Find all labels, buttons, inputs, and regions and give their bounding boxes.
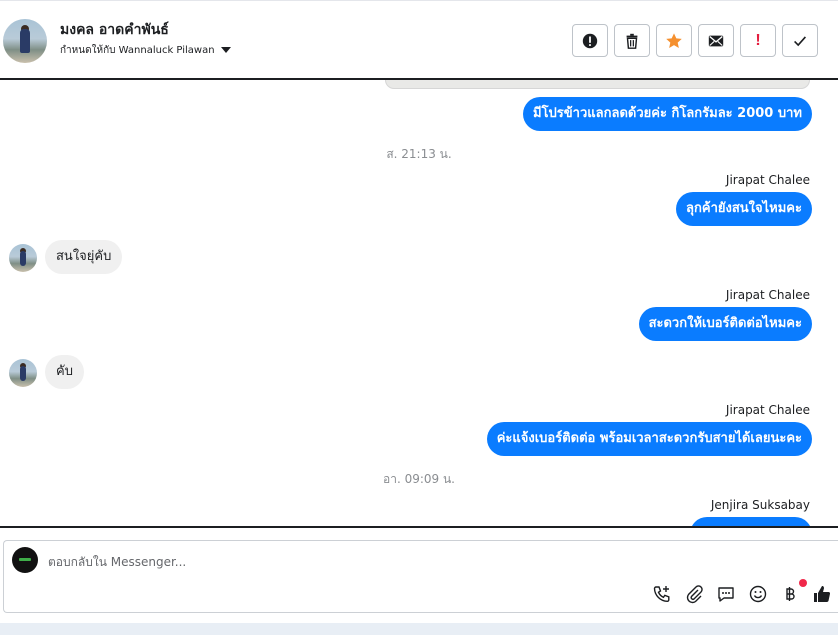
page-footer-strip: [0, 623, 838, 635]
phone-add-icon[interactable]: [652, 584, 672, 604]
reply-input[interactable]: ตอบกลับใน Messenger...: [48, 553, 186, 572]
message-outgoing[interactable]: สะดวกให้เบอร์ติดต่อไหมคะ: [638, 307, 812, 341]
alert-circle-icon: [582, 33, 598, 48]
star-button[interactable]: [656, 24, 692, 57]
exclamation-icon: !: [755, 31, 761, 49]
message-incoming[interactable]: คับ: [45, 355, 84, 389]
action-toolbar: !: [572, 24, 818, 57]
timestamp: อา. 09:09 น.: [383, 472, 455, 486]
sender-name: Jirapat Chalee: [725, 288, 810, 302]
message-incoming[interactable]: สนใจยุ่คับ: [45, 240, 123, 274]
composer-toolbar: [652, 584, 832, 604]
mark-done-button[interactable]: [782, 24, 818, 57]
message-thread[interactable]: มีโปรข้าวแลกลดด้วยค่ะ กิโลกรัมละ 2000 บา…: [0, 80, 838, 526]
contact-name[interactable]: มงคล อาดคำพันธ์: [60, 19, 169, 41]
timestamp: ส. 21:13 น.: [386, 147, 452, 161]
image-attachment[interactable]: [385, 80, 810, 89]
paperclip-icon[interactable]: [684, 584, 704, 604]
message-outgoing[interactable]: มีโปรข้าวแลกลดด้วยค่ะ กิโลกรัมละ 2000 บา…: [522, 97, 812, 131]
page-avatar: [12, 547, 38, 573]
checkmark-icon: [794, 35, 807, 46]
assignee-label: กำหนดให้กับ Wannaluck Pilawan: [60, 45, 215, 56]
message-outgoing[interactable]: ค่ะแจ้งเบอร์ติดต่อ พร้อมเวลาสะดวกรับสายไ…: [486, 422, 812, 456]
delete-button[interactable]: [614, 24, 650, 57]
mark-unread-button[interactable]: [698, 24, 734, 57]
contact-avatar-small: [9, 244, 37, 272]
thumbs-up-icon[interactable]: [812, 584, 832, 604]
reply-composer: ตอบกลับใน Messenger...: [3, 540, 838, 613]
star-icon: [666, 32, 682, 48]
saved-replies-icon[interactable]: [716, 584, 736, 604]
emoji-icon[interactable]: [748, 584, 768, 604]
baht-payment-icon[interactable]: [780, 584, 800, 604]
message-outgoing[interactable]: ลุกค้ายังสนใจไหมคะ: [676, 192, 812, 226]
sender-name: Jenjira Suksabay: [710, 498, 810, 512]
envelope-icon: [708, 35, 724, 46]
follow-up-button[interactable]: !: [740, 24, 776, 57]
sender-name: Jirapat Chalee: [725, 173, 810, 187]
notification-dot: [799, 579, 807, 587]
conversation-header: มงคล อาดคำพันธ์ กำหนดให้กับ Wannaluck Pi…: [0, 0, 838, 80]
message-outgoing-partial[interactable]: [690, 517, 812, 526]
caret-down-icon: [220, 47, 231, 53]
contact-avatar-small: [9, 359, 37, 387]
sender-name: Jirapat Chalee: [725, 403, 810, 417]
report-spam-button[interactable]: [572, 24, 608, 57]
contact-avatar[interactable]: [3, 19, 47, 63]
thread-divider: [0, 526, 838, 528]
trash-icon: [626, 33, 638, 49]
assignee-dropdown[interactable]: กำหนดให้กับ Wannaluck Pilawan: [60, 43, 231, 58]
